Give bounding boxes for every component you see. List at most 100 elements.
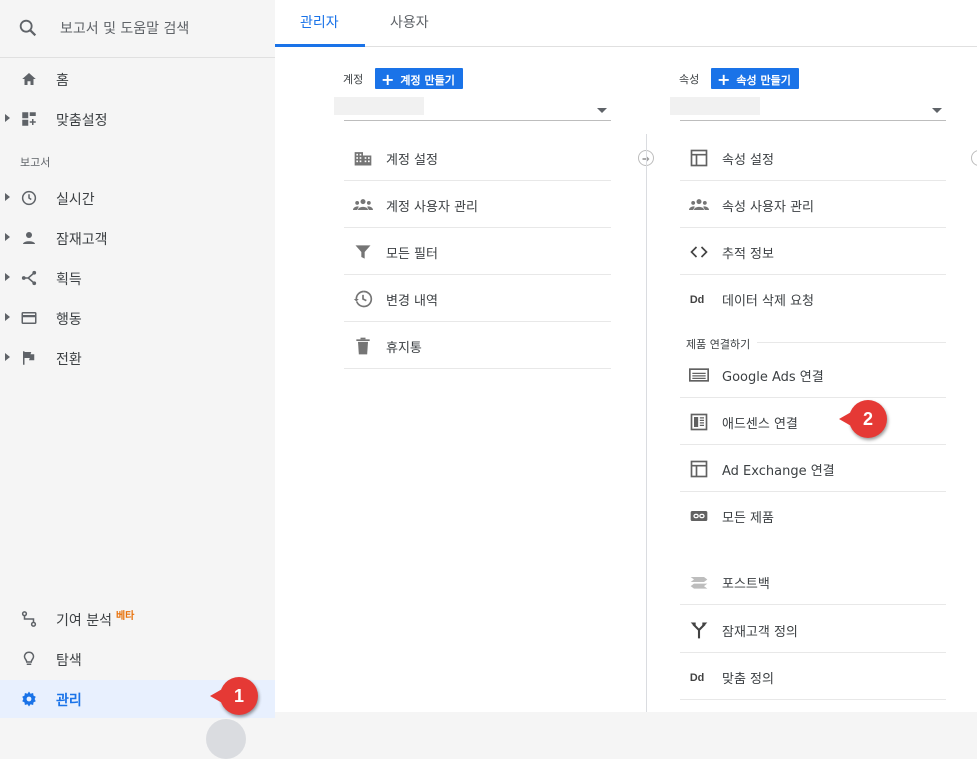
sidebar-item-conversions[interactable]: 전환: [0, 339, 275, 377]
flag-icon: [23, 351, 35, 365]
expand-arrow-icon: [5, 273, 10, 281]
menu-item-label: 맞춤 정의: [722, 672, 774, 687]
people-icon: [689, 199, 709, 210]
menu-item-label: 추적 정보: [722, 247, 774, 262]
menu-item-label: 속성 사용자 관리: [722, 200, 814, 215]
expand-arrow-icon: [5, 313, 10, 321]
data-deletion-requests-item[interactable]: Dd 데이터 삭제 요청: [680, 275, 946, 322]
expand-arrow-icon: [5, 233, 10, 241]
account-user-management-item[interactable]: 계정 사용자 관리: [344, 181, 611, 228]
admin-panel: 관리자 사용자 계정 + 계정 만들기 계정 설정 계정 사용자 관리 모든 필터…: [275, 0, 977, 712]
dd-icon: Dd: [690, 672, 704, 684]
menu-item-label: 계정 사용자 관리: [386, 200, 478, 215]
svg-text:Dd: Dd: [690, 672, 704, 684]
adsense-icon: [690, 413, 708, 431]
section-divider: [757, 342, 946, 343]
chevron-down-icon: [932, 108, 942, 113]
search-placeholder: 보고서 및 도움말 검색: [60, 21, 190, 37]
beta-badge: 베타: [115, 611, 135, 622]
sidebar-item-home[interactable]: 홈: [0, 60, 275, 98]
adsense-link-item[interactable]: 애드센스 연결: [680, 398, 946, 445]
collapse-button[interactable]: [206, 719, 246, 759]
column-divider: [646, 134, 647, 712]
ads-icon: [689, 368, 709, 382]
property-column-header: 속성 + 속성 만들기: [679, 68, 819, 90]
ad-exchange-link-item[interactable]: Ad Exchange 연결: [680, 445, 946, 492]
sidebar-item-label: 실시간: [56, 192, 95, 208]
sidebar-item-realtime[interactable]: 실시간: [0, 179, 275, 217]
menu-item-label: 모든 필터: [386, 247, 438, 262]
history-icon: [353, 290, 373, 308]
create-property-button[interactable]: + 속성 만들기: [711, 68, 799, 89]
sidebar-item-attribution[interactable]: 기여 분석 베타: [0, 600, 275, 638]
clock-icon: [21, 190, 37, 206]
callout-badge-1: 1: [210, 677, 258, 715]
account-name-redacted: [334, 97, 424, 115]
tab-bar: 관리자 사용자: [275, 0, 977, 47]
sidebar-item-behavior[interactable]: 행동: [0, 299, 275, 337]
attribution-icon: [21, 611, 37, 627]
trash-item[interactable]: 휴지통: [344, 322, 611, 369]
filter-icon: [355, 245, 371, 259]
postback-item[interactable]: 포스트백: [680, 558, 946, 605]
property-heading: 속성: [679, 73, 700, 86]
building-icon: [354, 152, 372, 166]
sidebar-item-label: 행동: [56, 312, 82, 328]
sidebar-item-acquisition[interactable]: 획득: [0, 259, 275, 297]
tracking-info-item[interactable]: 추적 정보: [680, 228, 946, 275]
sidebar: 보고서 및 도움말 검색 홈 맞춤설정 보고서 실시간 잠재고객 획득 행동 전…: [0, 0, 280, 730]
product-links-heading: 제품 연결하기: [686, 338, 751, 351]
property-name-redacted: [670, 97, 760, 115]
property-user-management-item[interactable]: 속성 사용자 관리: [680, 181, 946, 228]
menu-item-label: 모든 제품: [722, 511, 774, 526]
menu-item-label: 속성 설정: [722, 153, 774, 168]
property-view-connector-icon: [971, 150, 977, 166]
account-selector[interactable]: [334, 97, 611, 121]
tab-user[interactable]: 사용자: [390, 12, 429, 32]
sidebar-item-label: 관리: [56, 693, 82, 709]
create-account-button[interactable]: + 계정 만들기: [375, 68, 463, 89]
menu-item-label: 계정 설정: [386, 153, 438, 168]
audience-definitions-item[interactable]: 잠재고객 정의: [680, 606, 946, 653]
sidebar-item-label: 기여 분석 베타: [56, 611, 135, 629]
menu-item-label: 포스트백: [722, 577, 770, 592]
people-icon: [353, 199, 373, 210]
svg-text:Dd: Dd: [690, 294, 704, 306]
property-selector[interactable]: [670, 97, 946, 121]
sidebar-item-customization[interactable]: 맞춤설정: [0, 100, 275, 138]
expand-arrow-icon: [5, 114, 10, 122]
menu-item-label: 휴지통: [386, 341, 422, 356]
menu-item-label: 데이터 삭제 요청: [722, 294, 814, 309]
active-tab-indicator: [275, 44, 365, 47]
sidebar-item-label: 탐색: [56, 653, 82, 669]
dashboard-icon: [22, 112, 36, 126]
plus-icon: +: [381, 70, 395, 89]
trash-icon: [356, 337, 370, 355]
property-settings-item[interactable]: 속성 설정: [680, 134, 946, 181]
bottom-bar: [275, 712, 977, 730]
tab-admin[interactable]: 관리자: [300, 12, 339, 32]
person-icon: [23, 232, 35, 244]
acquisition-icon: [21, 270, 37, 286]
link-icon: [690, 511, 708, 521]
sidebar-item-audience[interactable]: 잠재고객: [0, 219, 275, 257]
search-bar[interactable]: 보고서 및 도움말 검색: [0, 0, 280, 58]
all-filters-item[interactable]: 모든 필터: [344, 228, 611, 275]
account-settings-item[interactable]: 계정 설정: [344, 134, 611, 181]
create-property-label: 속성 만들기: [736, 74, 791, 87]
dd-icon: Dd: [690, 294, 704, 306]
menu-item-label: Ad Exchange 연결: [722, 464, 835, 479]
home-icon: [22, 73, 36, 85]
sidebar-item-label: 전환: [56, 352, 82, 368]
sidebar-item-discover[interactable]: 탐색: [0, 640, 275, 678]
change-history-item[interactable]: 변경 내역: [344, 275, 611, 322]
google-ads-link-item[interactable]: Google Ads 연결: [680, 351, 946, 398]
all-products-item[interactable]: 모든 제품: [680, 492, 946, 539]
menu-item-label: Google Ads 연결: [722, 370, 824, 385]
account-heading: 계정: [343, 73, 364, 86]
chevron-down-icon: [597, 108, 607, 113]
expand-arrow-icon: [5, 353, 10, 361]
plus-icon: +: [717, 70, 731, 89]
sidebar-item-label: 획득: [56, 272, 82, 288]
custom-definitions-item[interactable]: Dd 맞춤 정의: [680, 653, 946, 700]
